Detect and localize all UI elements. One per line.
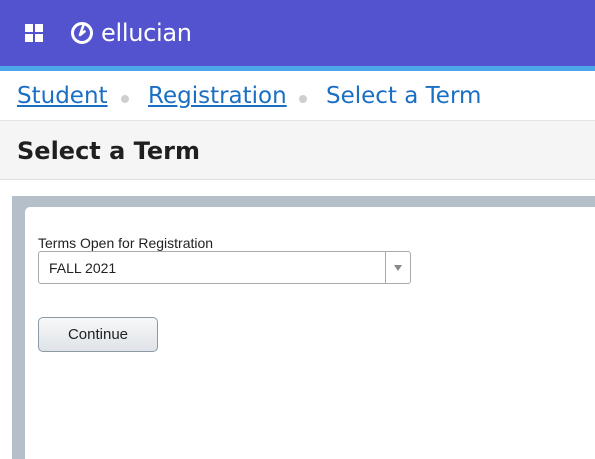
continue-button[interactable]: Continue [38, 317, 158, 352]
ellucian-logo-icon [71, 22, 93, 44]
breadcrumb-item-current: Select a Term [326, 83, 482, 109]
page-title-bar: Select a Term [0, 121, 595, 180]
header-bar: ellucian [0, 0, 595, 66]
term-select[interactable]: FALL 2021 [38, 251, 411, 284]
breadcrumb-item-student[interactable]: Student [17, 83, 108, 109]
breadcrumb-separator [121, 95, 129, 103]
breadcrumb-separator [299, 95, 307, 103]
apps-grid-icon[interactable] [25, 24, 43, 42]
chevron-down-icon[interactable] [385, 252, 410, 283]
term-select-label: Terms Open for Registration [38, 235, 214, 251]
breadcrumb-item-registration[interactable]: Registration [148, 83, 287, 109]
term-select-value: FALL 2021 [49, 260, 117, 276]
ellucian-logo[interactable]: ellucian [70, 18, 192, 48]
brand-name: ellucian [101, 19, 192, 47]
page-title: Select a Term [17, 137, 200, 165]
